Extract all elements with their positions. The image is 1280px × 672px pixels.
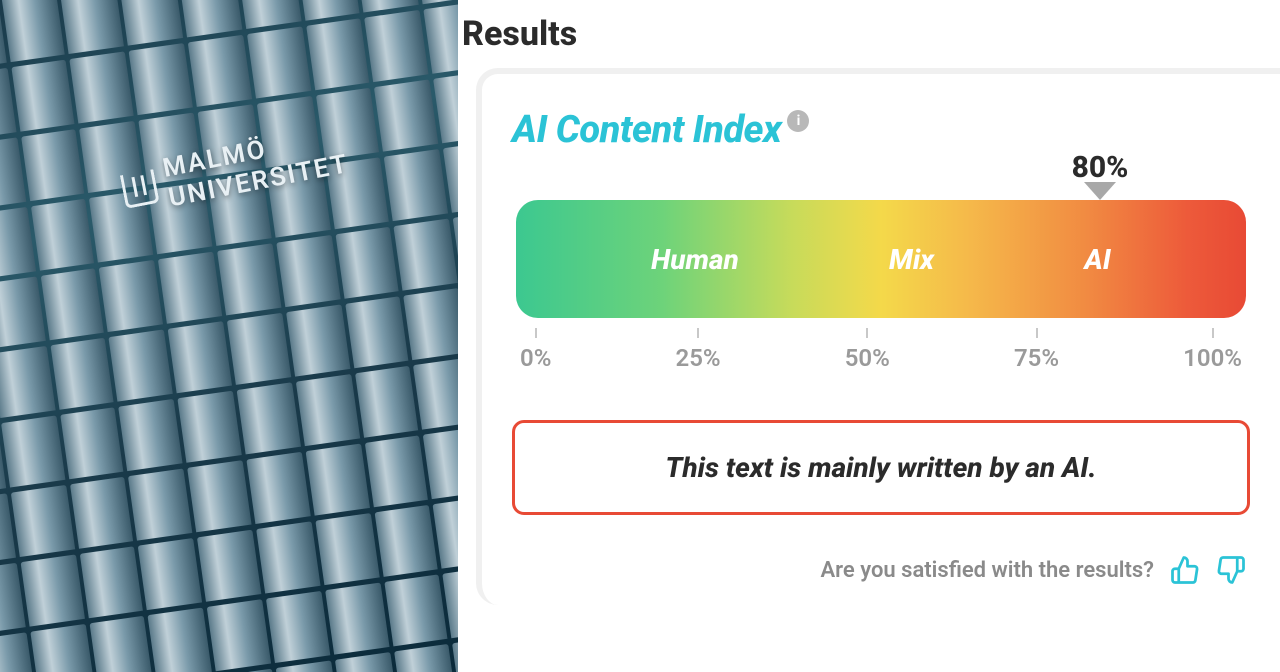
gauge-pointer-icon [1084,182,1116,200]
gauge-container: 80% Human Mix AI 0% 25% 50% 75% 100% [516,200,1246,372]
gauge-label-mix: Mix [889,243,934,276]
results-panel: Results AI Content Index i 80% Human Mix… [458,0,1280,672]
verdict-box: This text is mainly written by an AI. [512,420,1250,515]
building-facade [0,0,458,672]
results-card: AI Content Index i 80% Human Mix AI 0% 2… [476,68,1280,605]
results-heading: Results [458,0,1280,62]
index-title-row: AI Content Index i [512,108,1250,152]
gauge-tick: 75% [1014,328,1059,372]
gauge-label-ai: AI [1084,243,1110,276]
gauge-label-human: Human [651,243,739,276]
building-photo: MALMÖ UNIVERSITET [0,0,458,672]
feedback-row: Are you satisfied with the results? [512,555,1250,585]
thumbs-up-icon[interactable] [1170,555,1200,585]
gauge-bar: Human Mix AI [516,200,1246,318]
info-icon[interactable]: i [787,110,809,132]
verdict-text: This text is mainly written by an AI. [665,451,1096,484]
gauge-tick: 25% [676,328,721,372]
thumbs-down-icon[interactable] [1216,555,1246,585]
university-logo-icon [120,169,160,209]
gauge-tick: 100% [1183,328,1242,372]
gauge-ticks: 0% 25% 50% 75% 100% [516,328,1246,372]
gauge-pointer-value: 80% [1072,150,1129,185]
feedback-prompt: Are you satisfied with the results? [821,558,1155,583]
gauge-tick: 0% [520,328,551,372]
ai-content-index-title: AI Content Index [512,108,781,152]
gauge-tick: 50% [845,328,890,372]
